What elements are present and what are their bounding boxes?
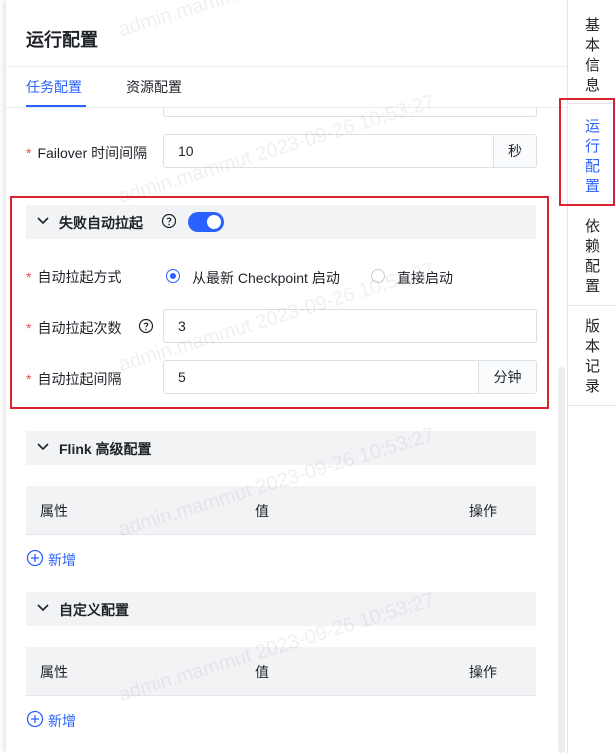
required-mark: * — [26, 145, 32, 161]
side-nav-char: 本 — [584, 37, 600, 54]
side-nav-char: 基 — [584, 17, 600, 34]
restart-mode-row: * 自动拉起方式 从最新 Checkpoint 启动 直接启动 — [6, 267, 567, 301]
plus-circle-icon — [26, 549, 44, 567]
flink-advanced-title: Flink 高级配置 — [59, 441, 152, 457]
failover-label-wrap: * Failover 时间间隔 — [26, 143, 147, 163]
side-nav-char: 息 — [584, 77, 600, 94]
side-nav-dependency-config[interactable]: 依赖配置 — [568, 217, 616, 297]
radio-direct-start-label: 直接启动 — [397, 270, 453, 286]
chevron-down-icon[interactable] — [36, 601, 50, 615]
restart-count-value: 3 — [178, 318, 186, 334]
restart-interval-input[interactable]: 5 分钟 — [163, 360, 537, 394]
failover-row: * Failover 时间间隔 10 秒 — [6, 134, 567, 168]
chevron-down-icon[interactable] — [36, 440, 50, 454]
side-nav-char: 运 — [584, 118, 600, 135]
restart-count-label: 自动拉起次数 — [37, 320, 122, 336]
auto-restart-section-header[interactable]: 失败自动拉起 — [26, 205, 536, 239]
divider — [568, 405, 616, 406]
column-header-actions: 操作 — [469, 503, 497, 519]
required-mark: * — [26, 269, 32, 285]
radio-dot — [371, 269, 385, 283]
restart-mode-label-wrap: * 自动拉起方式 — [26, 267, 121, 287]
run-config-panel: 运行配置 任务配置 资源配置 * Failover 时间间隔 10 秒 失败自动拉… — [6, 0, 567, 753]
side-nav: 基本信息 运行配置 依赖配置 版本记录 — [567, 0, 616, 753]
side-nav-char: 配 — [584, 158, 600, 175]
auto-restart-title: 失败自动拉起 — [59, 215, 143, 231]
restart-interval-unit: 分钟 — [478, 361, 536, 393]
custom-config-title: 自定义配置 — [59, 602, 129, 618]
auto-restart-toggle[interactable] — [188, 212, 224, 232]
active-tab-indicator — [26, 105, 86, 107]
restart-mode-label: 自动拉起方式 — [37, 269, 122, 285]
restart-interval-value: 5 — [178, 369, 186, 385]
flink-advanced-table-header: 属性 值 操作 — [26, 486, 536, 535]
side-nav-char: 置 — [584, 278, 600, 295]
tab-bar: 任务配置 资源配置 — [6, 67, 567, 108]
side-nav-run-config[interactable]: 运行配置 — [568, 117, 616, 197]
restart-interval-label: 自动拉起间隔 — [37, 371, 122, 387]
vertical-scrollbar[interactable] — [558, 367, 565, 753]
tab-resource-config[interactable]: 资源配置 — [126, 77, 182, 97]
previous-input-edge — [163, 108, 537, 117]
side-nav-char: 置 — [584, 178, 600, 195]
side-nav-char: 配 — [584, 258, 600, 275]
tab-task-config[interactable]: 任务配置 — [26, 77, 82, 97]
help-icon[interactable] — [138, 318, 154, 334]
failover-label: Failover 时间间隔 — [37, 145, 148, 161]
divider — [568, 204, 616, 205]
side-nav-basic-info[interactable]: 基本信息 — [568, 16, 616, 96]
radio-latest-checkpoint-label: 从最新 Checkpoint 启动 — [192, 270, 340, 286]
column-header-property: 属性 — [40, 664, 68, 680]
side-nav-char: 录 — [584, 378, 600, 395]
restart-count-input[interactable]: 3 — [163, 309, 537, 343]
side-nav-char: 赖 — [584, 238, 600, 255]
flink-advanced-section-header[interactable]: Flink 高级配置 — [26, 431, 536, 465]
required-mark: * — [26, 371, 32, 387]
restart-count-label-wrap: * 自动拉起次数 — [26, 318, 121, 338]
failover-unit: 秒 — [493, 135, 536, 167]
failover-interval-input[interactable]: 10 秒 — [163, 134, 537, 168]
column-header-value: 值 — [255, 664, 269, 680]
restart-interval-row: * 自动拉起间隔 5 分钟 — [6, 360, 567, 394]
failover-value: 10 — [178, 143, 194, 159]
custom-config-table-header: 属性 值 操作 — [26, 647, 536, 696]
radio-dot-checked — [166, 269, 180, 283]
required-mark: * — [26, 320, 32, 336]
side-nav-version-history[interactable]: 版本记录 — [568, 317, 616, 397]
restart-count-row: * 自动拉起次数 3 — [6, 309, 567, 343]
toggle-knob — [207, 215, 221, 229]
help-icon[interactable] — [161, 213, 177, 229]
page-title: 运行配置 — [26, 30, 98, 50]
side-nav-char: 记 — [584, 358, 600, 375]
side-nav-char: 行 — [584, 138, 600, 155]
divider — [568, 103, 616, 104]
plus-circle-icon — [26, 710, 44, 728]
add-label: 新增 — [48, 713, 76, 729]
custom-config-section-header[interactable]: 自定义配置 — [26, 592, 536, 626]
side-nav-char: 信 — [584, 57, 600, 74]
column-header-property: 属性 — [40, 503, 68, 519]
chevron-down-icon[interactable] — [36, 214, 50, 228]
side-nav-char: 依 — [584, 218, 600, 235]
form-scroll-area[interactable]: * Failover 时间间隔 10 秒 失败自动拉起 * 自动拉起方式 从最新… — [6, 108, 567, 753]
side-nav-char: 本 — [584, 338, 600, 355]
add-label: 新增 — [48, 552, 76, 568]
column-header-actions: 操作 — [469, 664, 497, 680]
divider — [568, 305, 616, 306]
side-nav-char: 版 — [584, 318, 600, 335]
restart-interval-label-wrap: * 自动拉起间隔 — [26, 369, 121, 389]
column-header-value: 值 — [255, 503, 269, 519]
panel-header: 运行配置 — [6, 0, 567, 67]
